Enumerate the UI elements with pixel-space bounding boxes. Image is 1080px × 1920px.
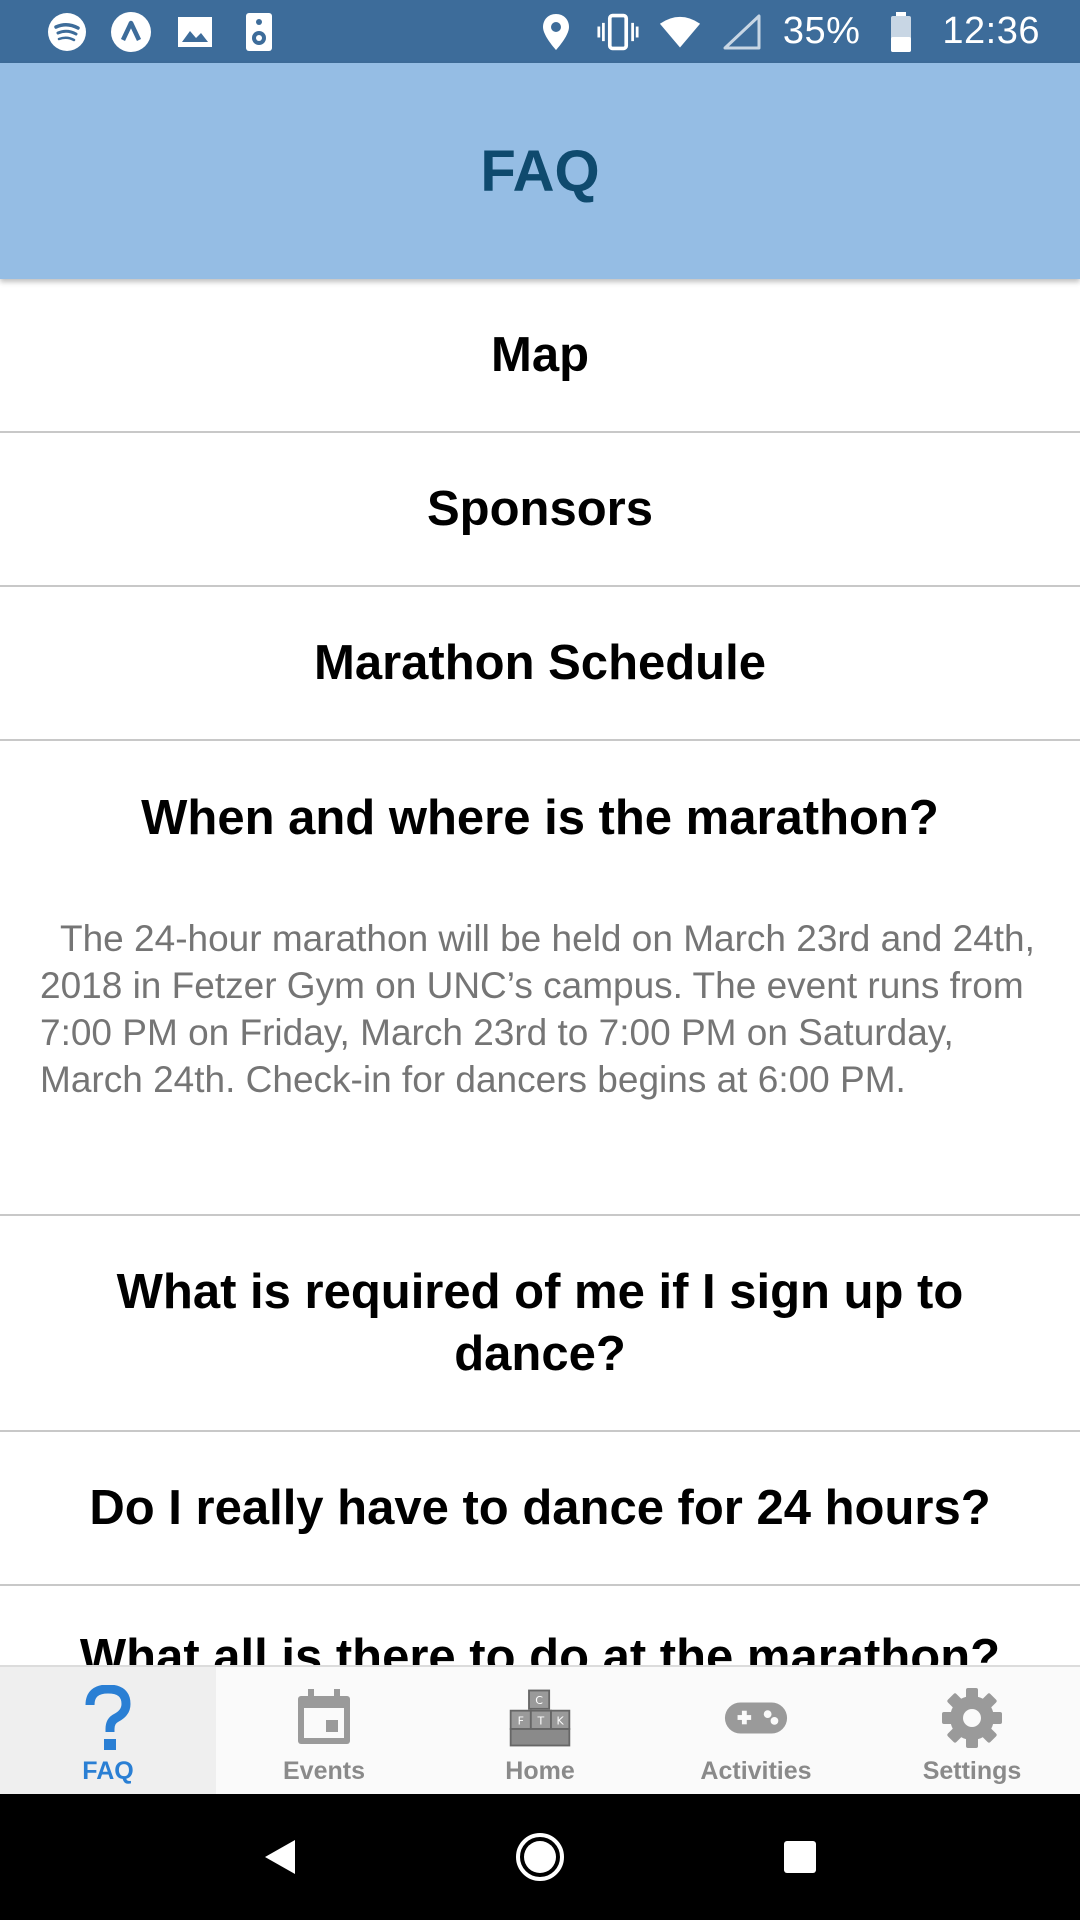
location-icon bbox=[535, 11, 577, 53]
gear-icon bbox=[939, 1685, 1005, 1751]
faq-item-requirements[interactable]: What is required of me if I sign up to d… bbox=[0, 1216, 1080, 1432]
question-icon bbox=[75, 1685, 141, 1751]
faq-item-dance-24-hours[interactable]: Do I really have to dance for 24 hours? bbox=[0, 1432, 1080, 1586]
back-icon[interactable] bbox=[250, 1827, 310, 1887]
svg-text:C: C bbox=[535, 1694, 543, 1707]
image-icon bbox=[174, 11, 216, 53]
faq-item-when-where[interactable]: When and where is the marathon? The 24-h… bbox=[0, 741, 1080, 1216]
recents-icon[interactable] bbox=[770, 1827, 830, 1887]
faq-item-things-to-do[interactable]: What all is there to do at the marathon? bbox=[0, 1586, 1080, 1665]
clock: 12:36 bbox=[942, 10, 1040, 52]
faq-question[interactable]: Sponsors bbox=[0, 433, 1080, 585]
tab-events[interactable]: Events bbox=[216, 1667, 432, 1794]
app-header: FAQ bbox=[0, 63, 1080, 279]
spotify-icon bbox=[46, 11, 88, 53]
calendar-icon bbox=[291, 1685, 357, 1751]
faq-item-marathon-schedule[interactable]: Marathon Schedule bbox=[0, 587, 1080, 741]
faq-question[interactable]: What all is there to do at the marathon? bbox=[0, 1586, 1080, 1665]
tab-label: Settings bbox=[922, 1757, 1022, 1785]
tab-settings[interactable]: Settings bbox=[864, 1667, 1080, 1794]
svg-text:T: T bbox=[537, 1714, 545, 1727]
tab-label: Events bbox=[283, 1757, 365, 1785]
tab-home[interactable]: CFTK Home bbox=[432, 1667, 648, 1794]
faq-question[interactable]: Map bbox=[0, 279, 1080, 431]
faq-question[interactable]: Do I really have to dance for 24 hours? bbox=[0, 1432, 1080, 1584]
faq-question[interactable]: Marathon Schedule bbox=[0, 587, 1080, 739]
home-icon[interactable] bbox=[510, 1827, 570, 1887]
status-right-icons: 35% 12:36 bbox=[535, 10, 1040, 53]
app-lambda-icon bbox=[110, 11, 152, 53]
system-nav-bar bbox=[0, 1794, 1080, 1920]
page-title: FAQ bbox=[480, 138, 600, 204]
blocks-icon: CFTK bbox=[507, 1685, 573, 1751]
faq-item-map[interactable]: Map bbox=[0, 279, 1080, 433]
status-left-icons bbox=[46, 11, 280, 53]
faq-answer: The 24-hour marathon will be held on Mar… bbox=[40, 918, 1035, 1100]
tab-label: Activities bbox=[700, 1757, 812, 1785]
bottom-tab-bar: FAQ Events CFTK Home Activities Settings bbox=[0, 1665, 1080, 1794]
battery-icon bbox=[880, 11, 922, 53]
battery-percentage: 35% bbox=[782, 10, 861, 52]
faq-question[interactable]: What is required of me if I sign up to d… bbox=[0, 1216, 1080, 1430]
faq-question[interactable]: When and where is the marathon? bbox=[0, 741, 1080, 895]
faq-item-sponsors[interactable]: Sponsors bbox=[0, 433, 1080, 587]
wifi-icon bbox=[659, 11, 701, 53]
gamepad-icon bbox=[723, 1685, 789, 1751]
signal-icon bbox=[721, 11, 763, 53]
vibrate-icon bbox=[597, 11, 639, 53]
tab-faq[interactable]: FAQ bbox=[0, 1667, 216, 1794]
tab-label: FAQ bbox=[82, 1757, 134, 1785]
speaker-icon bbox=[238, 11, 280, 53]
faq-list[interactable]: Map Sponsors Marathon Schedule When and … bbox=[0, 279, 1080, 1665]
status-bar: 35% 12:36 bbox=[0, 0, 1080, 63]
tab-activities[interactable]: Activities bbox=[648, 1667, 864, 1794]
tab-label: Home bbox=[505, 1757, 575, 1785]
svg-text:K: K bbox=[557, 1714, 565, 1727]
svg-text:F: F bbox=[518, 1714, 524, 1727]
